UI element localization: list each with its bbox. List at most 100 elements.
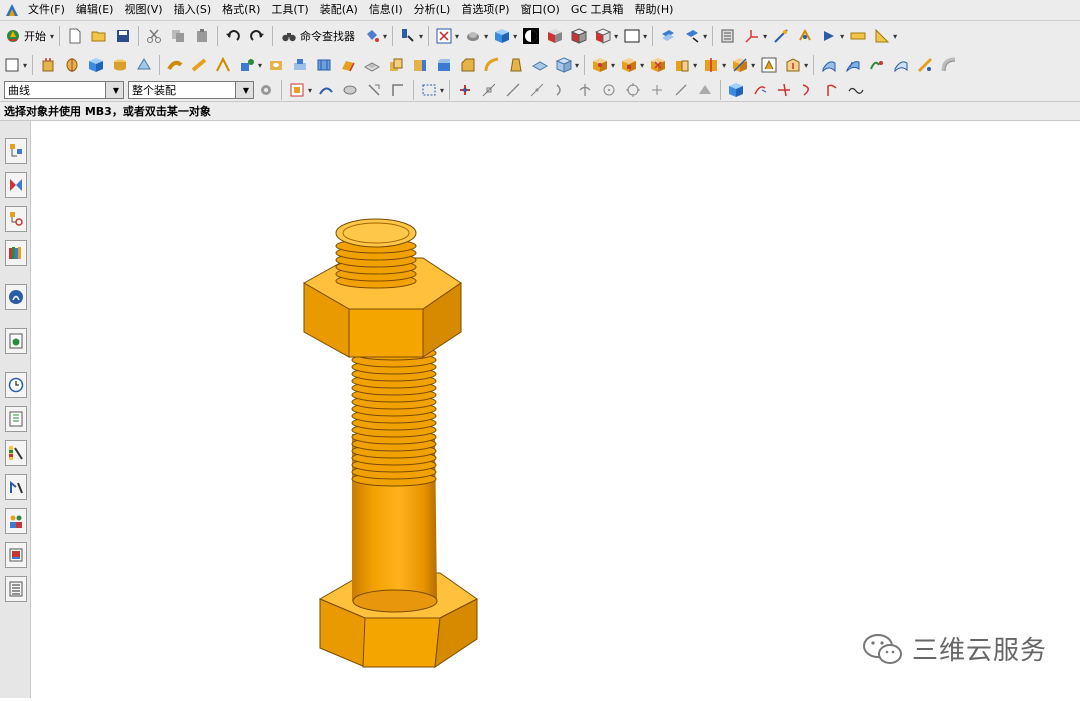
select-edge-button[interactable]	[363, 79, 385, 101]
select-curve-button[interactable]	[315, 79, 337, 101]
measure-button[interactable]	[770, 25, 792, 47]
menu-format[interactable]: 格式(R)	[218, 0, 267, 20]
red-cube-button[interactable]	[544, 25, 566, 47]
web-browser-tab[interactable]	[5, 328, 27, 354]
datum-plane-button[interactable]	[212, 54, 234, 76]
cut-button[interactable]	[143, 25, 165, 47]
info-dropdown-icon[interactable]: ▾	[419, 32, 423, 41]
snap-on-surface-button[interactable]	[694, 79, 716, 101]
snap-midpoint-button[interactable]	[478, 79, 500, 101]
snap-wave-button[interactable]	[845, 79, 867, 101]
sweep-surface-button[interactable]	[938, 54, 960, 76]
split-dropdown-icon[interactable]: ▾	[722, 61, 726, 70]
snap-arc-center-button[interactable]	[749, 79, 771, 101]
pattern-button[interactable]	[553, 54, 575, 76]
playback-dropdown-icon[interactable]: ▾	[840, 32, 844, 41]
start-dropdown-icon[interactable]: ▾	[50, 32, 54, 41]
command-finder-button[interactable]: 命令查找器	[277, 25, 359, 47]
draft-button[interactable]	[505, 54, 527, 76]
surface-button[interactable]	[818, 54, 840, 76]
paint-tool-button[interactable]	[361, 25, 383, 47]
cube-dropdown-icon[interactable]: ▾	[614, 32, 618, 41]
section-cube-button[interactable]	[592, 25, 614, 47]
drafting-dropdown-icon[interactable]: ▾	[893, 32, 897, 41]
menu-gc-toolkit[interactable]: GC 工具箱	[567, 0, 631, 20]
scope-filter-dropdown-icon[interactable]: ▼	[235, 82, 253, 98]
menu-preferences[interactable]: 首选项(P)	[457, 0, 516, 20]
lower-thread[interactable]	[351, 345, 437, 487]
general-selection-filter-button[interactable]	[255, 79, 277, 101]
snap-pole-button[interactable]	[821, 79, 843, 101]
select-features-button[interactable]	[286, 79, 308, 101]
paste-button[interactable]	[191, 25, 213, 47]
emboss-button[interactable]	[361, 54, 383, 76]
csys-dropdown-icon[interactable]: ▾	[763, 32, 767, 41]
feature-select-dropdown-icon[interactable]: ▾	[308, 86, 312, 95]
info-tool-button[interactable]	[397, 25, 419, 47]
rotate-dropdown-icon[interactable]: ▾	[484, 32, 488, 41]
menu-information[interactable]: 信息(I)	[365, 0, 410, 20]
extension-button[interactable]	[914, 54, 936, 76]
background-button[interactable]	[621, 25, 643, 47]
shaded-view-button[interactable]	[491, 25, 513, 47]
snap-endpoint-button[interactable]	[454, 79, 476, 101]
pocket-button[interactable]	[313, 54, 335, 76]
chamfer-button[interactable]	[457, 54, 479, 76]
csys-button[interactable]	[741, 25, 763, 47]
block-button[interactable]	[85, 54, 107, 76]
start-button[interactable]: 开始	[1, 25, 50, 47]
assembly-navigator-tab[interactable]	[5, 138, 27, 164]
snap-line-button[interactable]	[502, 79, 524, 101]
intersect-button[interactable]	[647, 54, 669, 76]
wire-cube-button[interactable]	[568, 25, 590, 47]
render-style-button[interactable]	[520, 25, 542, 47]
shell-button[interactable]	[529, 54, 551, 76]
snap-tangent-button[interactable]	[526, 79, 548, 101]
snap-existing-point-button[interactable]	[646, 79, 668, 101]
unite-button[interactable]	[589, 54, 611, 76]
sketch-button[interactable]	[1, 54, 23, 76]
unite-dropdown-icon[interactable]: ▾	[611, 61, 615, 70]
menu-view[interactable]: 视图(V)	[120, 0, 169, 20]
tube-button[interactable]	[188, 54, 210, 76]
datum-dropdown-icon[interactable]: ▾	[258, 61, 262, 70]
menu-file[interactable]: 文件(F)	[24, 0, 72, 20]
snap-spline-button[interactable]	[797, 79, 819, 101]
system-scenes-tab[interactable]	[5, 542, 27, 568]
type-filter-dropdown-icon[interactable]: ▼	[105, 82, 123, 98]
replace-dropdown-icon[interactable]: ▾	[804, 61, 808, 70]
analyze-button[interactable]	[794, 25, 816, 47]
open-button[interactable]	[88, 25, 110, 47]
through-curves-button[interactable]	[866, 54, 888, 76]
save-button[interactable]	[112, 25, 134, 47]
background-dropdown-icon[interactable]: ▾	[643, 32, 647, 41]
menu-assembly[interactable]: 装配(A)	[316, 0, 365, 20]
trim-dropdown-icon[interactable]: ▾	[751, 61, 755, 70]
edge-blend-button[interactable]	[433, 54, 455, 76]
rotate-view-button[interactable]	[462, 25, 484, 47]
subtract-dropdown-icon[interactable]: ▾	[640, 61, 644, 70]
copy-button[interactable]	[167, 25, 189, 47]
rectangle-select-dropdown-icon[interactable]: ▾	[440, 86, 444, 95]
replace-face-button[interactable]	[782, 54, 804, 76]
new-file-button[interactable]	[64, 25, 86, 47]
split-body-button[interactable]	[700, 54, 722, 76]
part-navigator-tab[interactable]	[5, 206, 27, 232]
pad-button[interactable]	[337, 54, 359, 76]
cylinder-button[interactable]	[109, 54, 131, 76]
boss-button[interactable]	[289, 54, 311, 76]
constraint-navigator-tab[interactable]	[5, 172, 27, 198]
offset-face-button[interactable]	[385, 54, 407, 76]
snap-control-point-button[interactable]	[574, 79, 596, 101]
menu-window[interactable]: 窗口(O)	[517, 0, 567, 20]
hole-button[interactable]	[265, 54, 287, 76]
rectangle-select-button[interactable]	[418, 79, 440, 101]
menu-help[interactable]: 帮助(H)	[631, 0, 681, 20]
menu-insert[interactable]: 插入(S)	[170, 0, 219, 20]
hd3d-tools-tab[interactable]	[5, 284, 27, 310]
ruler-button[interactable]	[847, 25, 869, 47]
move-layer-button[interactable]	[681, 25, 703, 47]
undo-button[interactable]	[222, 25, 244, 47]
wcs-button[interactable]	[717, 25, 739, 47]
menu-edit[interactable]: 编辑(E)	[72, 0, 121, 20]
